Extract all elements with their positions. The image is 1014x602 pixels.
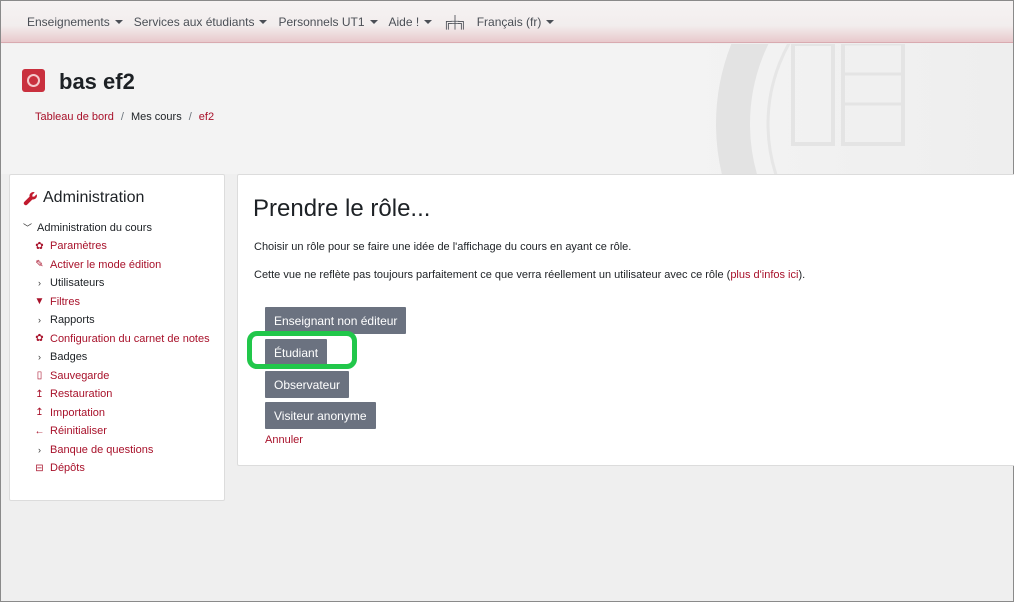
admin-item-label: Réinitialiser (50, 425, 107, 438)
nav-services-etudiants[interactable]: Services aux étudiants (134, 15, 268, 29)
admin-item-restauration[interactable]: ↥ Restauration (34, 385, 210, 404)
chevron-right-icon: › (38, 315, 41, 326)
nav-personnels[interactable]: Personnels UT1 (278, 14, 378, 29)
language-label: Français (fr) (476, 14, 542, 29)
upload-icon: ↥ (35, 407, 44, 419)
role-description: Choisir un rôle pour se faire une idée d… (254, 241, 632, 253)
admin-item-rapports[interactable]: › Rapports (34, 311, 210, 330)
admin-item-label: Activer le mode édition (50, 258, 162, 271)
chevron-right-icon: › (38, 352, 41, 363)
role-disclaimer: Cette vue ne reflète pas toujours parfai… (254, 269, 805, 281)
disclaimer-suffix: ). (798, 269, 806, 281)
role-button-visiteur-anonyme[interactable]: Visiteur anonyme (265, 402, 376, 429)
admin-item-gradebook-setup[interactable]: ✿ Configuration du carnet de notes (34, 330, 210, 349)
caret-down-icon (546, 19, 555, 24)
pencil-icon: ✎ (35, 259, 44, 271)
caret-down-icon (259, 19, 268, 24)
file-icon: ▯ (36, 370, 43, 382)
nav-aide-label: Aide ! (388, 14, 420, 29)
breadcrumb: Tableau de bord / Mes cours / ef2 (35, 111, 214, 123)
nav-enseignements[interactable]: Enseignements (27, 15, 123, 29)
role-button-etudiant[interactable]: Étudiant (265, 339, 328, 366)
admin-item-filtres[interactable]: ▼ Filtres (34, 293, 210, 312)
drive-icon: ⊟ (35, 462, 44, 474)
administration-title: Administration (43, 189, 145, 206)
admin-item-label: Restauration (50, 388, 113, 401)
breadcrumb-separator: / (188, 111, 192, 123)
university-seal-watermark (716, 44, 905, 174)
admin-item-question-bank[interactable]: › Banque de questions (34, 441, 210, 460)
chevron-right-icon: › (38, 444, 41, 455)
nav-services-label: Services aux étudiants (133, 14, 255, 29)
caret-down-icon (424, 19, 433, 24)
page-title: Prendre le rôle... (253, 195, 431, 222)
course-logo (22, 69, 45, 92)
more-info-link[interactable]: plus d'infos ici (730, 269, 798, 281)
caret-down-icon (369, 19, 378, 24)
cancel-link[interactable]: Annuler (265, 434, 303, 446)
admin-item-label: Paramètres (50, 240, 107, 253)
language-menu[interactable]: Français (fr) (477, 15, 555, 29)
admin-item-label: Utilisateurs (50, 277, 105, 290)
administration-header: Administration (23, 189, 144, 207)
admin-tree-list: ✿ Paramètres ✎ Activer le mode édition ›… (34, 237, 210, 478)
admin-item-sauvegarde[interactable]: ▯ Sauvegarde (34, 367, 210, 386)
nav-personnels-label: Personnels UT1 (278, 14, 365, 29)
breadcrumb-dashboard[interactable]: Tableau de bord (35, 111, 114, 123)
gear-icon: ✿ (35, 240, 44, 252)
role-button-observateur[interactable]: Observateur (265, 371, 350, 398)
breadcrumb-course[interactable]: ef2 (199, 111, 214, 123)
nav-aide[interactable]: Aide ! (389, 15, 433, 29)
upload-icon: ↥ (35, 388, 44, 400)
main-region: Prendre le rôle... Choisir un rôle pour … (237, 174, 1014, 466)
admin-item-depots[interactable]: ⊟ Dépôts (34, 459, 210, 478)
wrench-icon (23, 191, 37, 205)
admin-item-reinitialiser[interactable]: ← Réinitialiser (34, 422, 210, 441)
admin-item-edit-mode[interactable]: ✎ Activer le mode édition (34, 256, 210, 275)
course-title: bas ef2 (59, 69, 135, 94)
course-admin-node[interactable]: ﹀ Administration du cours (23, 221, 152, 234)
filter-icon: ▼ (34, 296, 45, 308)
gear-icon: ✿ (35, 333, 44, 345)
top-navbar: Enseignements Services aux étudiants Per… (1, 1, 1013, 43)
caret-down-icon (114, 19, 123, 24)
admin-item-label: Dépôts (50, 462, 85, 475)
breadcrumb-separator: / (120, 111, 124, 123)
admin-item-label: Filtres (50, 295, 80, 308)
administration-block: Administration ﹀ Administration du cours… (9, 174, 225, 501)
admin-item-importation[interactable]: ↥ Importation (34, 404, 210, 423)
display-mode-icon[interactable]: ╔╪╗ (443, 15, 466, 29)
admin-item-utilisateurs[interactable]: › Utilisateurs (34, 274, 210, 293)
admin-item-badges[interactable]: › Badges (34, 348, 210, 367)
arrow-left-icon: ← (34, 425, 45, 437)
admin-item-label: Configuration du carnet de notes (50, 332, 210, 345)
admin-item-label: Rapports (50, 314, 95, 327)
admin-item-label: Badges (50, 351, 88, 364)
disclaimer-prefix: Cette vue ne reflète pas toujours parfai… (254, 269, 731, 281)
chevron-right-icon: › (38, 278, 41, 289)
admin-item-label: Sauvegarde (50, 369, 110, 382)
breadcrumb-my-courses: Mes cours (130, 111, 182, 123)
page-header: bas ef2 Tableau de bord / Mes cours / ef… (1, 44, 1013, 174)
admin-item-parametres[interactable]: ✿ Paramètres (34, 237, 210, 256)
chevron-down-icon: ﹀ (23, 223, 33, 233)
nav-enseignements-label: Enseignements (27, 14, 110, 29)
course-admin-label: Administration du cours (37, 221, 152, 234)
role-button-enseignant-non-editeur[interactable]: Enseignant non éditeur (265, 307, 407, 334)
admin-item-label: Importation (50, 406, 106, 419)
admin-item-label: Banque de questions (50, 443, 154, 456)
